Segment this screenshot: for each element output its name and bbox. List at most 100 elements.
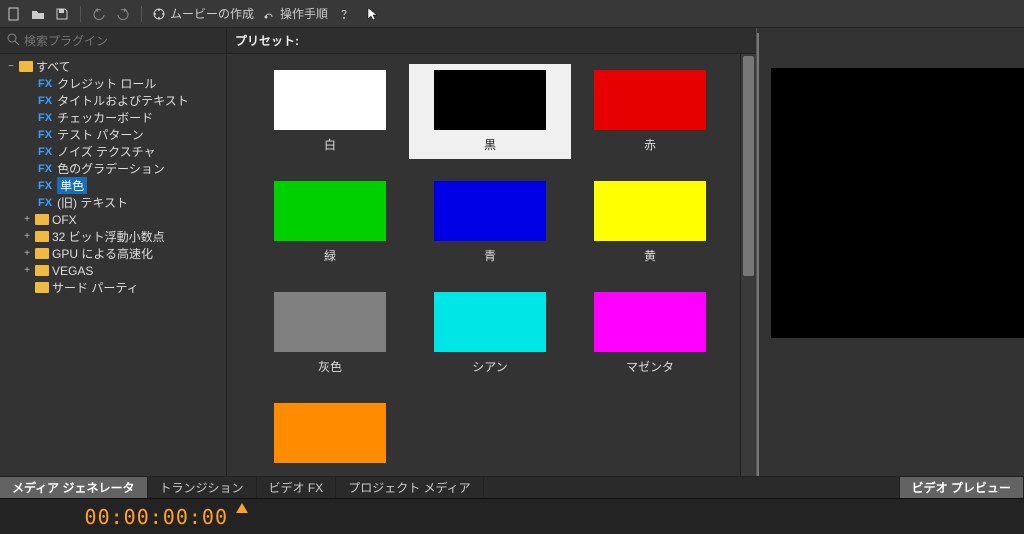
swatch-thumbnail: [274, 292, 386, 352]
panel-tab[interactable]: ビデオ FX: [257, 477, 337, 498]
tree-item-label: タイトルおよびテキスト: [57, 92, 189, 109]
expand-icon[interactable]: +: [22, 265, 32, 276]
panel-tab[interactable]: プロジェクト メディア: [336, 477, 484, 498]
playhead-marker[interactable]: [236, 503, 248, 513]
timeline-area: 00:00:00:00: [0, 498, 1024, 534]
tree-item-label: サード パーティ: [52, 279, 139, 296]
expand-icon[interactable]: +: [22, 248, 32, 259]
panel-tabs: メディア ジェネレータトランジションビデオ FXプロジェクト メディア ビデオ …: [0, 476, 1024, 498]
preset-swatch[interactable]: 赤: [575, 70, 725, 153]
swatch-thumbnail: [594, 70, 706, 130]
fx-badge-icon: FX: [38, 163, 52, 175]
preset-swatch[interactable]: [255, 403, 405, 463]
tutorial-button[interactable]: 操作手順: [262, 5, 328, 22]
swatch-label: 黄: [644, 247, 656, 264]
plugin-search-input[interactable]: [24, 34, 220, 48]
plugin-search-row: [0, 28, 226, 54]
tree-folder-item[interactable]: + GPU による高速化: [0, 245, 226, 262]
tree-item-label: OFX: [52, 213, 77, 227]
tree-fx-item[interactable]: FXノイズ テクスチャ: [0, 143, 226, 160]
swatch-label: 黒: [484, 136, 496, 153]
open-icon[interactable]: [30, 6, 46, 22]
make-movie-label: ムービーの作成: [170, 5, 254, 22]
swatch-thumbnail: [274, 403, 386, 463]
preset-swatch[interactable]: マゼンタ: [575, 292, 725, 375]
tree-item-label: クレジット ロール: [57, 75, 156, 92]
tree-fx-item[interactable]: FX 単色: [0, 177, 226, 194]
undo-icon[interactable]: [91, 6, 107, 22]
fx-badge-icon: FX: [38, 129, 52, 141]
tutorial-label: 操作手順: [280, 5, 328, 22]
redo-icon[interactable]: [115, 6, 131, 22]
preset-header: プリセット:: [227, 28, 756, 54]
swatch-label: 青: [484, 247, 496, 264]
top-toolbar: ムービーの作成 操作手順: [0, 0, 1024, 28]
swatch-thumbnail: [594, 181, 706, 241]
swatch-label: 赤: [644, 136, 656, 153]
tree-fx-item[interactable]: FX テスト パターン: [0, 126, 226, 143]
help-icon[interactable]: [336, 6, 352, 22]
folder-icon: [35, 214, 49, 225]
tree-fx-item[interactable]: FX 色のグラデーション: [0, 160, 226, 177]
expand-icon[interactable]: +: [22, 231, 32, 242]
timecode-display[interactable]: 00:00:00:00: [0, 505, 240, 529]
swatch-thumbnail: [274, 181, 386, 241]
tree-item-label: チェッカーボード: [57, 109, 153, 126]
tree-item-label: テスト パターン: [57, 126, 144, 143]
tree-folder-item[interactable]: サード パーティ: [0, 279, 226, 296]
preset-grid: 白 黒 赤緑 青 黄灰色シアン マゼンタ: [227, 54, 756, 476]
fx-badge-icon: FX: [38, 197, 52, 209]
preset-scrollbar[interactable]: [740, 54, 756, 476]
swatch-thumbnail: [594, 292, 706, 352]
preset-scroll: 白 黒 赤緑 青 黄灰色シアン マゼンタ: [227, 54, 756, 476]
save-icon[interactable]: [54, 6, 70, 22]
fx-badge-icon: FX: [38, 95, 52, 107]
search-icon: [6, 32, 20, 49]
folder-icon: [35, 231, 49, 242]
preset-swatch[interactable]: シアン: [415, 292, 565, 375]
tree-root[interactable]: − すべて: [0, 58, 226, 75]
tree-fx-item[interactable]: FX チェッカーボード: [0, 109, 226, 126]
tree-item-label: 単色: [57, 177, 87, 194]
tree-item-label: 色のグラデーション: [57, 160, 165, 177]
tree-item-label: VEGAS: [52, 264, 93, 278]
expand-icon[interactable]: +: [22, 214, 32, 225]
tree-folder-item[interactable]: + VEGAS: [0, 262, 226, 279]
tree-item-label: GPU による高速化: [52, 245, 153, 262]
tree-item-label: (旧) テキスト: [57, 194, 128, 211]
swatch-thumbnail: [434, 70, 546, 130]
preset-swatch[interactable]: 灰色: [255, 292, 405, 375]
preset-swatch[interactable]: 黒: [409, 64, 571, 159]
swatch-label: シアン: [472, 358, 508, 375]
tree-folder-item[interactable]: +32 ビット浮動小数点: [0, 228, 226, 245]
preset-swatch[interactable]: 黄: [575, 181, 725, 264]
tree-item-label: 32 ビット浮動小数点: [52, 228, 165, 245]
panel-tab[interactable]: トランジション: [148, 477, 257, 498]
swatch-thumbnail: [434, 292, 546, 352]
preset-swatch[interactable]: 緑: [255, 181, 405, 264]
tree-fx-item[interactable]: FX (旧) テキスト: [0, 194, 226, 211]
folder-icon: [35, 248, 49, 259]
fx-badge-icon: FX: [38, 180, 52, 192]
swatch-label: マゼンタ: [626, 358, 674, 375]
swatch-thumbnail: [274, 70, 386, 130]
tree-fx-item[interactable]: FX タイトルおよびテキスト: [0, 92, 226, 109]
preset-swatch[interactable]: 青: [415, 181, 565, 264]
swatch-label: 白: [324, 136, 336, 153]
preset-swatch[interactable]: 白: [255, 70, 405, 153]
panel-tab[interactable]: メディア ジェネレータ: [0, 477, 148, 498]
folder-icon: [35, 282, 49, 293]
collapse-icon[interactable]: −: [6, 61, 16, 72]
new-icon[interactable]: [6, 6, 22, 22]
main-area: − すべて FXクレジット ロールFXタイトルおよびテキストFXチェッカーボード…: [0, 28, 1024, 476]
make-movie-button[interactable]: ムービーの作成: [152, 5, 254, 22]
swatch-label: 緑: [324, 247, 336, 264]
tree-folder-item[interactable]: + OFX: [0, 211, 226, 228]
tree-item-label: ノイズ テクスチャ: [57, 143, 156, 160]
scrollbar-thumb[interactable]: [743, 56, 754, 276]
plugin-tree-panel: − すべて FXクレジット ロールFXタイトルおよびテキストFXチェッカーボード…: [0, 28, 227, 476]
fx-badge-icon: FX: [38, 112, 52, 124]
tree-fx-item[interactable]: FXクレジット ロール: [0, 75, 226, 92]
folder-icon: [35, 265, 49, 276]
tab-video-preview[interactable]: ビデオ プレビュー: [899, 477, 1024, 498]
